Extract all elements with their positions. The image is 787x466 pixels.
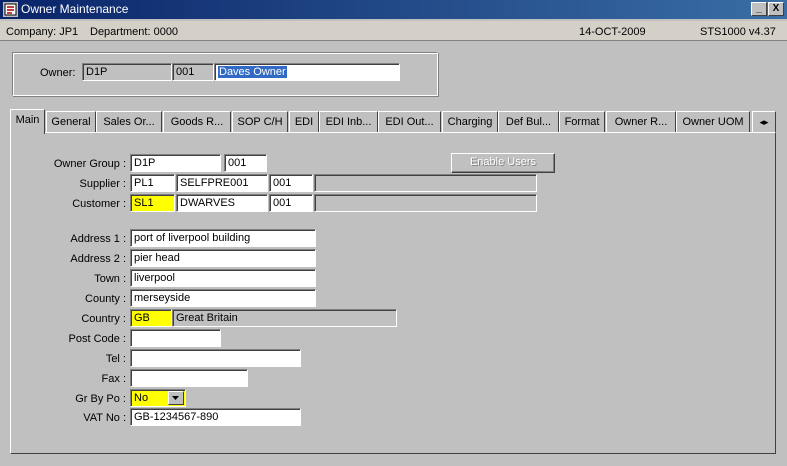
tel-field[interactable] xyxy=(130,349,301,367)
tab-sales-orders[interactable]: Sales Or... xyxy=(96,111,162,133)
town-label: Town : xyxy=(94,273,126,285)
address1-field[interactable]: port of liverpool building xyxy=(130,229,316,247)
customer-number-field[interactable]: 001 xyxy=(269,194,313,212)
vat-no-field[interactable]: GB-1234567-890 xyxy=(130,408,301,426)
minimize-button[interactable]: _ xyxy=(751,2,767,16)
tab-format[interactable]: Format xyxy=(559,111,605,133)
post-code-label: Post Code : xyxy=(68,333,126,345)
supplier-name-field[interactable]: SELFPRE001 xyxy=(176,174,268,192)
info-bar: Company: JP1 Department: 0000 14-OCT-200… xyxy=(0,21,787,41)
department-text: Department: 0000 xyxy=(90,26,179,38)
enable-users-button[interactable]: Enable Users xyxy=(451,153,555,173)
tab-default-bulk[interactable]: Def Bul... xyxy=(498,111,559,133)
customer-description-field xyxy=(314,194,537,212)
close-button[interactable]: X xyxy=(768,2,784,16)
address2-field[interactable]: pier head xyxy=(130,249,316,267)
country-code-field[interactable]: GB xyxy=(130,309,172,327)
title-bar: Owner Maintenance _ X xyxy=(0,0,787,19)
date-text: 14-OCT-2009 xyxy=(579,26,646,38)
window-title: Owner Maintenance xyxy=(21,2,129,16)
fax-label: Fax : xyxy=(101,373,126,385)
supplier-number-field[interactable]: 001 xyxy=(269,174,313,192)
gr-by-po-dropdown-button[interactable] xyxy=(168,391,184,405)
customer-code-field[interactable]: SL1 xyxy=(130,194,175,212)
address2-label: Address 2 : xyxy=(70,253,126,265)
tab-sop-ch[interactable]: SOP C/H xyxy=(232,111,288,133)
supplier-label: Supplier : xyxy=(79,178,126,190)
supplier-description-field xyxy=(314,174,537,192)
customer-label: Customer : xyxy=(72,198,126,210)
owner-name-selection: Daves Owner xyxy=(218,66,287,78)
owner-number-field[interactable]: 001 xyxy=(172,63,214,81)
tab-edi-outbound[interactable]: EDI Out... xyxy=(378,111,441,133)
owner-label: Owner: xyxy=(40,67,76,79)
tel-label: Tel : xyxy=(105,353,126,365)
county-label: County : xyxy=(85,293,126,305)
post-code-field[interactable] xyxy=(130,329,221,347)
company-text: Company: JP1 xyxy=(6,26,79,38)
tab-edi[interactable]: EDI xyxy=(289,111,319,133)
tab-goods-received[interactable]: Goods R... xyxy=(163,111,231,133)
tab-edi-inbound[interactable]: EDI Inb... xyxy=(319,111,378,133)
tab-general[interactable]: General xyxy=(46,111,96,133)
customer-name-field[interactable]: DWARVES xyxy=(176,194,268,212)
gr-by-po-label: Gr By Po : xyxy=(75,393,126,405)
tab-owner-r[interactable]: Owner R... xyxy=(606,111,676,133)
country-label: Country : xyxy=(81,313,126,325)
town-field[interactable]: liverpool xyxy=(130,269,316,287)
vat-no-label: VAT No : xyxy=(83,412,126,424)
country-name-field: Great Britain xyxy=(172,309,397,327)
tab-owner-uom[interactable]: Owner UOM xyxy=(676,111,750,133)
gr-by-po-value: No xyxy=(134,392,149,404)
chevron-down-icon xyxy=(172,396,179,400)
address1-label: Address 1 : xyxy=(70,233,126,245)
tab-main[interactable]: Main xyxy=(10,109,45,134)
owner-name-field[interactable]: Daves Owner xyxy=(214,63,400,81)
tab-scroll-arrows[interactable]: ◂▸ xyxy=(752,111,776,133)
county-field[interactable]: merseyside xyxy=(130,289,316,307)
owner-group-label: Owner Group : xyxy=(53,158,126,170)
supplier-code-field[interactable]: PL1 xyxy=(130,174,175,192)
app-icon xyxy=(3,2,18,17)
owner-group-number-field[interactable]: 001 xyxy=(224,154,267,172)
owner-code-field[interactable]: D1P xyxy=(82,63,172,81)
version-text: STS1000 v4.37 xyxy=(700,26,776,38)
owner-group-code-field[interactable]: D1P xyxy=(130,154,221,172)
fax-field[interactable] xyxy=(130,369,248,387)
tab-charging[interactable]: Charging xyxy=(442,111,498,133)
